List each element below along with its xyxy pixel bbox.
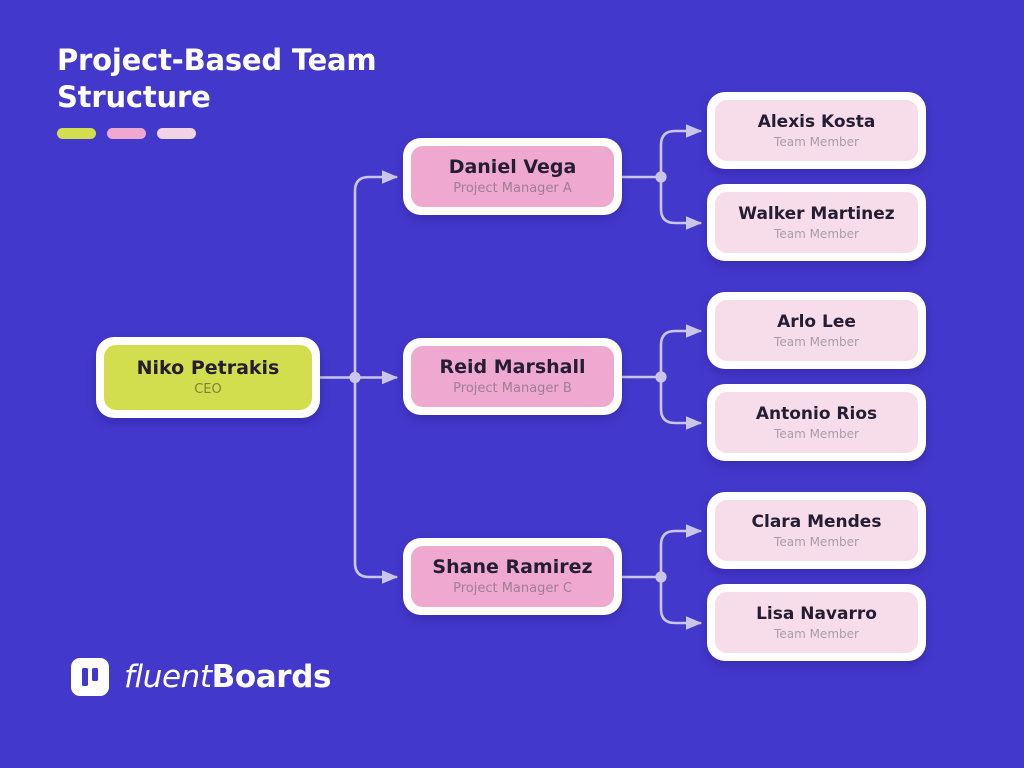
junction-dot-mgr-0 — [655, 171, 667, 183]
org-node-member-lisa-navarro[interactable]: Lisa Navarro Team Member — [707, 584, 926, 661]
node-name: Arlo Lee — [777, 311, 856, 332]
org-node-manager-c[interactable]: Shane Ramirez Project Manager C — [403, 538, 622, 615]
node-role: Team Member — [774, 334, 859, 349]
edge-mgr-2-mem-4 — [659, 524, 703, 579]
junction-dot-mgr-1 — [655, 371, 667, 383]
node-role: CEO — [194, 382, 222, 398]
org-node-manager-a[interactable]: Daniel Vega Project Manager A — [403, 138, 622, 215]
node-role: Project Manager C — [453, 581, 572, 597]
brand-wordmark-light: fluent — [124, 659, 212, 695]
org-node-ceo[interactable]: Niko Petrakis CEO — [96, 337, 320, 418]
junction-dot-mgr-2 — [655, 571, 667, 583]
org-chart-canvas: Project-Based Team Structure Niko Petrak… — [0, 0, 1024, 768]
edge-ceo-mgr-2 — [353, 376, 399, 584]
fluentboards-logo-icon — [71, 658, 109, 696]
edge-ceo-mgr-0 — [353, 170, 399, 379]
node-name: Reid Marshall — [439, 356, 586, 378]
node-role: Project Manager A — [453, 181, 572, 197]
node-name: Niko Petrakis — [136, 357, 280, 379]
brand-wordmark-bold: Boards — [211, 659, 332, 695]
org-node-member-arlo-lee[interactable]: Arlo Lee Team Member — [707, 292, 926, 369]
node-role: Team Member — [774, 626, 859, 641]
node-role: Project Manager B — [453, 381, 572, 397]
node-role: Team Member — [774, 534, 859, 549]
org-node-member-clara-mendes[interactable]: Clara Mendes Team Member — [707, 492, 926, 569]
node-name: Shane Ramirez — [432, 556, 593, 578]
org-node-manager-b[interactable]: Reid Marshall Project Manager B — [403, 338, 622, 415]
node-name: Antonio Rios — [755, 403, 878, 424]
edge-mgr-1-mem-3 — [659, 375, 703, 430]
node-role: Team Member — [774, 226, 859, 241]
color-swatch-row — [57, 128, 477, 140]
org-node-member-antonio-rios[interactable]: Antonio Rios Team Member — [707, 384, 926, 461]
edge-mgr-0-mem-0 — [659, 124, 703, 179]
swatch-light-pink — [157, 128, 196, 140]
org-node-member-alexis-kosta[interactable]: Alexis Kosta Team Member — [707, 92, 926, 169]
edge-mgr-2-mem-5 — [659, 575, 703, 630]
junction-dot-ceo — [349, 371, 361, 384]
node-name: Alexis Kosta — [757, 111, 876, 132]
node-name: Daniel Vega — [448, 156, 577, 178]
org-node-member-walker-martinez[interactable]: Walker Martinez Team Member — [707, 184, 926, 261]
node-name: Lisa Navarro — [756, 603, 877, 624]
node-role: Team Member — [774, 134, 859, 149]
edge-mgr-1-mem-2 — [659, 324, 703, 379]
edge-mgr-0-mem-1 — [659, 175, 703, 230]
page-title: Project-Based Team Structure — [57, 43, 377, 115]
node-role: Team Member — [774, 426, 859, 441]
chart-header: Project-Based Team Structure — [57, 42, 477, 140]
logo-bar-left — [82, 668, 88, 686]
swatch-green — [57, 128, 96, 140]
logo-bar-right — [92, 668, 98, 681]
brand-logo: fluentBoards — [71, 658, 331, 696]
brand-wordmark: fluentBoards — [124, 659, 331, 695]
node-name: Clara Mendes — [751, 511, 882, 532]
node-name: Walker Martinez — [738, 203, 895, 224]
swatch-pink — [107, 128, 146, 140]
